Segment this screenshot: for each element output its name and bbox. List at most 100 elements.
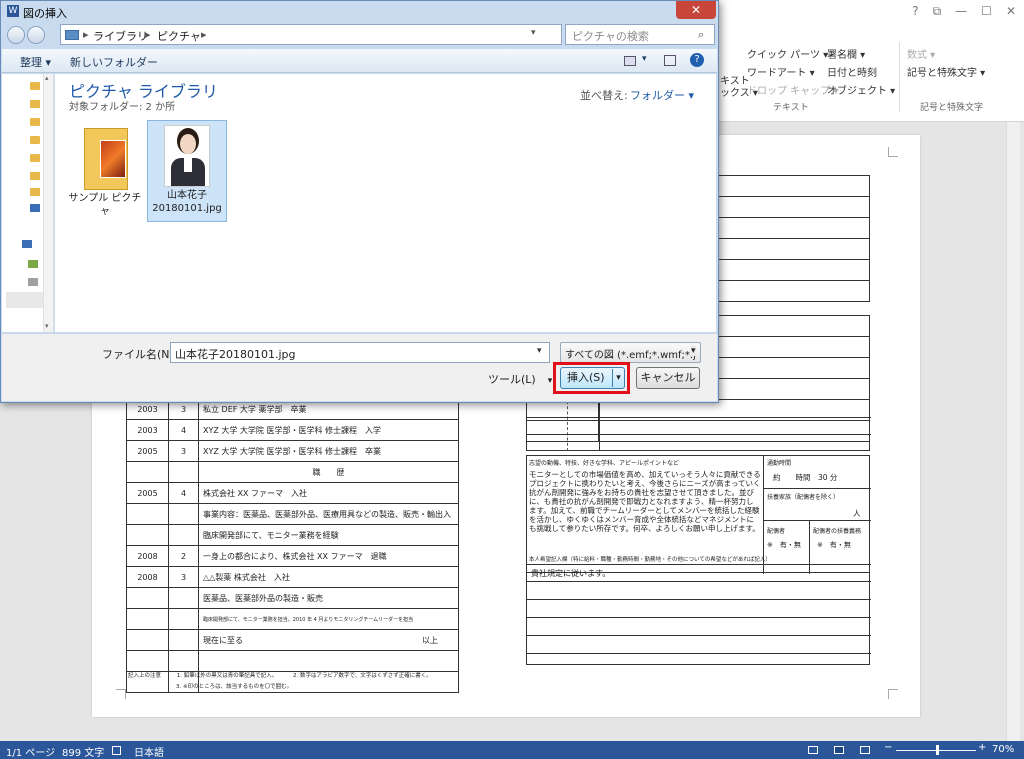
address-dropdown-icon[interactable]: ▾	[531, 28, 536, 38]
license-lower-rows	[526, 401, 871, 451]
folder-icon[interactable]	[30, 136, 40, 144]
close-icon[interactable]: ✕	[1006, 4, 1016, 19]
month-cell	[168, 608, 199, 630]
back-button[interactable]	[7, 26, 25, 44]
file-list-area: ピクチャ ライブラリ 対象フォルダー: 2 か所 並べ替え: フォルダー ▾ サ…	[55, 74, 716, 332]
read-mode-icon[interactable]	[808, 746, 818, 754]
ribbon-date-time[interactable]: 日付と時刻	[827, 64, 877, 79]
vertical-scrollbar[interactable]	[1006, 122, 1020, 742]
new-folder-button[interactable]: 新しいフォルダー	[70, 54, 158, 70]
folder-icon[interactable]	[30, 100, 40, 108]
language[interactable]: 日本語	[134, 744, 164, 759]
address-bar[interactable]: ▸ ライブラリ ▸ ピクチャ ▸ ▾ ↻	[60, 24, 613, 47]
table-row: 2005 4 株式会社 XX ファーマ 入社	[126, 482, 459, 504]
zoom-in-icon[interactable]: +	[978, 742, 986, 753]
ribbon-display-icon[interactable]: ⧉	[933, 4, 942, 19]
ribbon-divider	[899, 42, 900, 112]
zoom-out-icon[interactable]: −	[884, 742, 892, 753]
history-cell: 事業内容：医薬品、医薬部外品、医療用具などの製造、販売・輸出入	[198, 503, 459, 525]
year-cell: 2003	[126, 419, 169, 441]
folder-icon[interactable]	[30, 118, 40, 126]
search-placeholder: ピクチャの検索	[572, 30, 649, 43]
commute-value: 約 時間 30 分	[773, 473, 838, 482]
computer-icon[interactable]	[22, 240, 32, 248]
drive-icon[interactable]	[30, 204, 40, 212]
table-row: 医薬品、医薬部外品の製造・販売	[126, 587, 459, 609]
filetype-select[interactable]: すべての図 (*.emf;*.wmf;*.j ▾	[560, 342, 701, 363]
request-box: 本人希望記入欄（特に給料・職種・勤務時間・勤務地・その他についての希望などがあれ…	[526, 555, 871, 665]
folder-icon[interactable]	[30, 172, 40, 180]
ribbon-group-symbols: 記号と特殊文字	[920, 103, 984, 113]
file-label: サンプル ピクチャ	[68, 193, 142, 217]
dialog-toolbar: 整理 ▾ 新しいフォルダー ▾ ?	[2, 49, 717, 73]
tools-dropdown-icon: ▾	[547, 376, 553, 386]
minimize-icon[interactable]: —	[955, 4, 967, 19]
month-cell: 3	[168, 566, 199, 588]
note-label: 記入上の注意	[128, 673, 162, 679]
month-cell	[168, 629, 199, 651]
nav-scrollbar[interactable]: ▴ ▾	[43, 74, 53, 332]
history-cell: 株式会社 XX ファーマ 入社	[198, 482, 459, 504]
ribbon-signature-line[interactable]: 署名欄 ▾	[827, 46, 865, 61]
target-folders[interactable]: 対象フォルダー: 2 か所	[69, 98, 175, 113]
search-box[interactable]: ピクチャの検索 ⌕	[565, 24, 715, 45]
web-layout-icon[interactable]	[860, 746, 870, 754]
zoom-thumb[interactable]	[936, 745, 939, 755]
search-icon: ⌕	[698, 28, 705, 41]
breadcrumb-pictures[interactable]: ピクチャ	[157, 28, 201, 44]
breadcrumb-libraries[interactable]: ライブラリ	[93, 28, 148, 44]
drive-icon[interactable]	[28, 278, 38, 286]
file-item-sample-pictures[interactable]: サンプル ピクチャ	[65, 118, 145, 218]
print-layout-icon[interactable]	[834, 746, 844, 754]
table-row: 職 歴	[126, 461, 459, 483]
request-label: 本人希望記入欄（特に給料・職種・勤務時間・勤務地・その他についての希望などがあれ…	[527, 555, 871, 565]
folder-icon[interactable]	[30, 188, 40, 196]
career-table: 2003 3 私立 DEF 大学 薬学部 卒業 2003 4 XYZ 大学 大学院 医学部…	[126, 398, 459, 693]
proofing-icon[interactable]	[112, 746, 121, 755]
ribbon-quick-parts[interactable]: クイック パーツ ▾	[747, 46, 828, 61]
tools-button[interactable]: ツール(L) ▾	[488, 371, 552, 387]
history-cell: △△製薬 株式会社 入社	[198, 566, 459, 588]
page-count[interactable]: 1/1 ページ	[6, 744, 55, 759]
folder-icon	[80, 122, 130, 192]
preview-pane-icon[interactable]	[664, 55, 676, 66]
note-3: 3. ※印のところは、該当するものを〇で囲む。	[176, 684, 293, 690]
word-count[interactable]: 899 文字	[62, 744, 104, 759]
folder-icon[interactable]	[30, 154, 40, 162]
cancel-button[interactable]: キャンセル	[636, 367, 700, 389]
file-item-photo[interactable]: 山本花子 20180101.jpg	[147, 120, 227, 222]
spouse-support-value: ※ 有・無	[817, 541, 851, 549]
help-icon[interactable]: ?	[912, 4, 918, 19]
maximize-icon[interactable]: ☐	[981, 4, 992, 19]
note-1: 1. 鉛筆以外の黒又は青の筆記具で記入。	[176, 673, 278, 679]
nav-selected-item[interactable]	[6, 292, 46, 308]
ribbon-wordart[interactable]: ワードアート ▾	[747, 64, 815, 79]
organize-button[interactable]: 整理 ▾	[20, 54, 51, 70]
view-options-icon[interactable]	[624, 56, 636, 66]
forward-button[interactable]	[27, 26, 45, 44]
sort-dropdown[interactable]: フォルダー ▾	[630, 87, 694, 103]
month-cell	[168, 524, 199, 546]
window-controls: ? ⧉ — ☐ ✕	[912, 4, 1016, 19]
month-cell	[168, 587, 199, 609]
ribbon-equation[interactable]: 数式 ▾	[907, 46, 935, 61]
drive-icon[interactable]	[28, 260, 38, 268]
close-button[interactable]: ✕	[676, 1, 716, 19]
note-block: 記入上の注意 1. 鉛筆以外の黒又は青の筆記具で記入。 2. 数字はアラビア数字…	[128, 671, 432, 690]
margin-mark	[888, 147, 898, 157]
year-cell: 2008	[126, 545, 169, 567]
history-cell: 職 歴	[198, 461, 459, 483]
ribbon-object[interactable]: オブジェクト ▾	[827, 82, 895, 97]
zoom-level[interactable]: 70%	[992, 744, 1014, 755]
month-cell	[168, 461, 199, 483]
filename-value: 山本花子20180101.jpg	[175, 348, 296, 361]
filename-dropdown-icon[interactable]: ▾	[537, 346, 542, 356]
ribbon-symbol[interactable]: 記号と特殊文字 ▾	[907, 64, 985, 79]
year-cell	[126, 587, 169, 609]
help-icon[interactable]: ?	[690, 53, 704, 67]
ribbon-drop-cap[interactable]: ドロップ キャップ ▾	[747, 82, 838, 97]
view-dropdown-icon[interactable]: ▾	[642, 54, 647, 64]
folder-icon[interactable]	[30, 82, 40, 90]
history-cell: XYZ 大学 大学院 医学部・医学科 修士課程 入学	[198, 419, 459, 441]
filename-input[interactable]: 山本花子20180101.jpg ▾	[170, 342, 550, 363]
